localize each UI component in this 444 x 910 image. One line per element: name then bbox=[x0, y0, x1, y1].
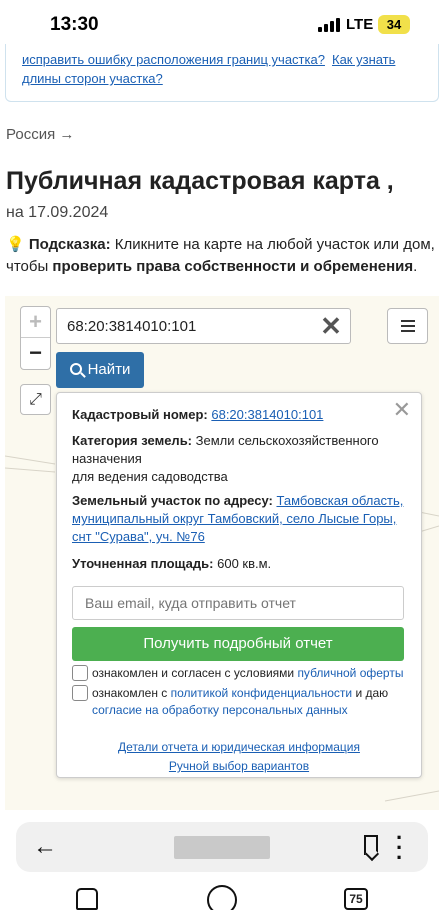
menu-button[interactable] bbox=[387, 308, 428, 344]
get-report-button[interactable]: Получить подробный отчет bbox=[72, 627, 404, 661]
report-details-link[interactable]: Детали отчета и юридическая информация bbox=[57, 740, 421, 754]
cadastral-number-label: Кадастровый номер: bbox=[72, 407, 208, 422]
find-label: Найти bbox=[87, 361, 131, 378]
info-link-how-to[interactable]: Как узнать bbox=[332, 52, 395, 67]
offer-checkbox[interactable] bbox=[72, 665, 88, 681]
status-bar: 13:30 LTE 34 bbox=[0, 0, 444, 50]
cadastral-number-link[interactable]: 68:20:3814010:101 bbox=[211, 407, 323, 422]
cadastral-map[interactable]: + − ⤢ ✕ Найти ✕ Кадастровый номер: 68:20… bbox=[5, 296, 439, 810]
land-category-label: Категория земель: bbox=[72, 433, 193, 448]
url-bar[interactable] bbox=[174, 836, 270, 859]
search-box: ✕ bbox=[56, 308, 351, 344]
bookmark-icon[interactable] bbox=[364, 835, 378, 855]
address-row: Земельный участок по адресу: Тамбовская … bbox=[72, 492, 407, 546]
expand-icon: ⤢ bbox=[29, 391, 42, 408]
privacy-text: ознакомлен с bbox=[92, 686, 171, 700]
hint-bold: проверить права собственности и обремене… bbox=[52, 258, 414, 275]
page-date: на 17.09.2024 bbox=[6, 204, 109, 221]
hint: 💡 Подсказка: Кликните на карте на любой … bbox=[6, 234, 438, 278]
battery-icon: 34 bbox=[378, 15, 410, 34]
find-button[interactable]: Найти bbox=[56, 352, 144, 388]
browser-nav-bar: 75 bbox=[0, 880, 444, 910]
privacy-text-b: и даю bbox=[352, 686, 389, 700]
network-label: LTE bbox=[346, 16, 374, 33]
info-link-fix-border[interactable]: исправить ошибку расположения границ уча… bbox=[22, 52, 325, 67]
browser-toolbar: ← · · · bbox=[16, 822, 428, 872]
area-row: Уточненная площадь: 600 кв.м. bbox=[72, 555, 407, 573]
lightbulb-icon: 💡 bbox=[6, 236, 25, 253]
cadastral-number-row: Кадастровый номер: 68:20:3814010:101 bbox=[72, 406, 407, 424]
search-input[interactable] bbox=[57, 309, 317, 343]
area-label: Уточненная площадь: bbox=[72, 556, 214, 571]
privacy-agreement-row: ознакомлен с политикой конфиденциальност… bbox=[72, 685, 407, 719]
parcel-popup: ✕ Кадастровый номер: 68:20:3814010:101 К… bbox=[56, 392, 422, 778]
signal-icon bbox=[318, 18, 340, 32]
page-title: Публичная кадастровая карта , bbox=[6, 167, 394, 195]
info-box: исправить ошибку расположения границ уча… bbox=[5, 44, 439, 102]
fullscreen-button[interactable]: ⤢ bbox=[20, 384, 51, 415]
more-icon[interactable]: · · · bbox=[396, 827, 403, 869]
zoom-control: + − bbox=[20, 306, 51, 370]
menu-icon bbox=[401, 320, 415, 322]
land-category-value-2: для ведения садоводства bbox=[72, 469, 228, 484]
manual-selection-link[interactable]: Ручной выбор вариантов bbox=[57, 759, 421, 773]
email-field[interactable] bbox=[72, 586, 404, 620]
area-value: 600 кв.м. bbox=[217, 556, 272, 571]
status-time: 13:30 bbox=[50, 14, 99, 35]
clear-icon[interactable]: ✕ bbox=[318, 312, 344, 340]
address-label: Земельный участок по адресу: bbox=[72, 493, 273, 508]
breadcrumb[interactable]: Россия → bbox=[6, 126, 74, 143]
offer-agreement-row: ознакомлен и согласен с условиями публич… bbox=[72, 665, 407, 682]
zoom-in-button[interactable]: + bbox=[21, 307, 50, 338]
home-icon[interactable] bbox=[76, 888, 98, 910]
privacy-checkbox[interactable] bbox=[72, 685, 88, 701]
offer-link[interactable]: публичной оферты bbox=[297, 666, 403, 680]
info-link-side-lengths[interactable]: длины сторон участка? bbox=[22, 71, 163, 86]
zoom-out-button[interactable]: − bbox=[21, 338, 50, 369]
personal-data-consent-link[interactable]: согласие на обработку персональных данны… bbox=[92, 703, 348, 717]
tabs-icon[interactable]: 75 bbox=[344, 888, 368, 910]
hint-end: . bbox=[413, 258, 418, 275]
land-category-row: Категория земель: Земли сельскохозяйстве… bbox=[72, 432, 407, 486]
back-arrow-icon[interactable]: ← bbox=[33, 833, 57, 861]
hint-label: Подсказка: bbox=[28, 236, 111, 253]
privacy-policy-link[interactable]: политикой конфиденциальности bbox=[171, 686, 352, 700]
offer-text: ознакомлен и согласен с условиями bbox=[92, 666, 298, 680]
search-icon bbox=[69, 363, 82, 375]
assistant-icon[interactable] bbox=[207, 885, 237, 910]
